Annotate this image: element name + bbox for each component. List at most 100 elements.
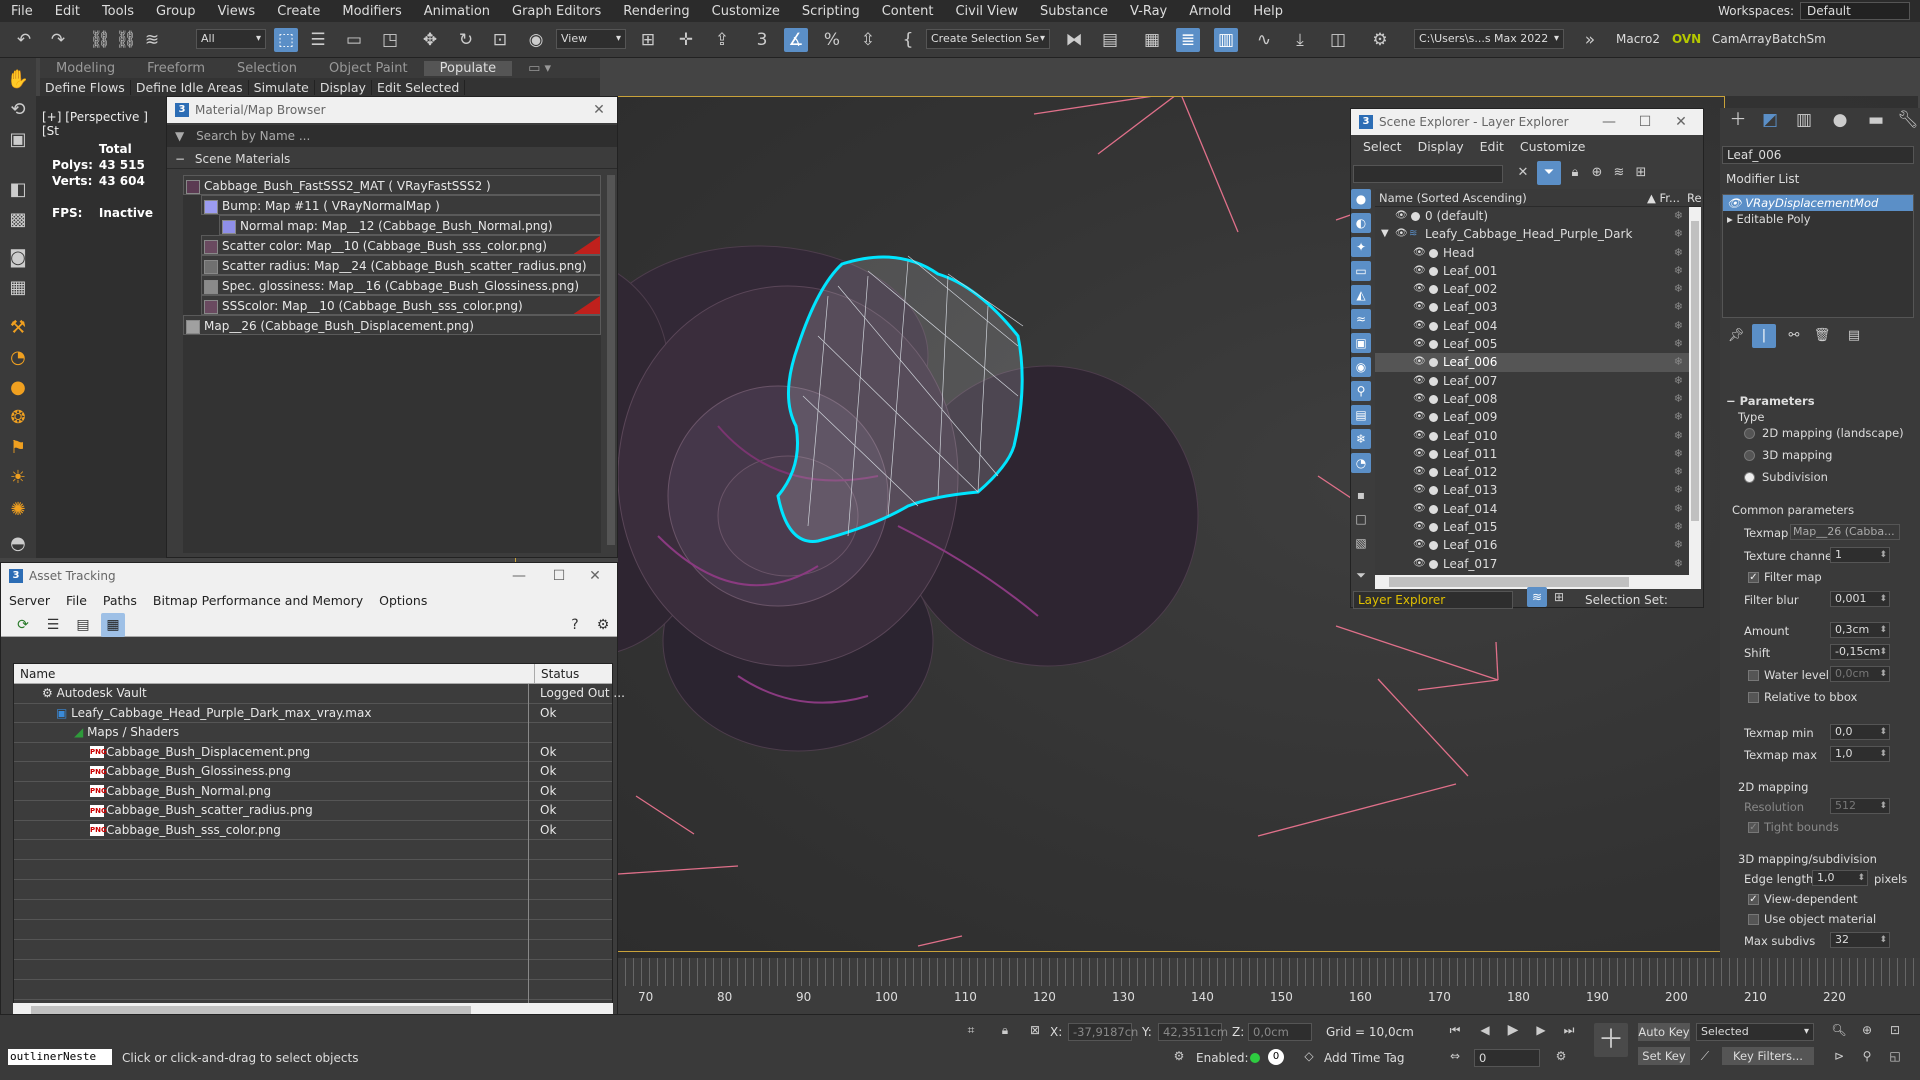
snaps-toggle-icon[interactable]: 3 xyxy=(750,28,774,52)
adaptive-degradation-icon[interactable]: ⚙ xyxy=(1170,1047,1188,1065)
menu-graph-editors[interactable]: Graph Editors xyxy=(501,4,612,19)
freeze-icon[interactable]: ❄ xyxy=(1674,500,1683,518)
options-icon[interactable]: ⚙ xyxy=(591,613,615,637)
set-key-plus-icon[interactable]: ＋ xyxy=(1594,1023,1628,1057)
project-path-dropdown[interactable]: C:\Users\s...s Max 2022 xyxy=(1414,29,1564,49)
utilities-tab-icon[interactable]: 🔧︎ xyxy=(1896,108,1920,132)
hierarchy-mode-icon[interactable]: ⊞ xyxy=(1549,587,1569,607)
rect-selection-icon[interactable]: ▭ xyxy=(342,28,366,52)
cameras-filter-icon[interactable]: ▭ xyxy=(1351,261,1371,281)
freeze-icon[interactable]: ❄ xyxy=(1674,335,1683,353)
freeze-icon[interactable]: ❄ xyxy=(1674,207,1683,225)
modify-tab-icon[interactable]: ◩ xyxy=(1758,108,1782,132)
current-frame-field[interactable]: 0 xyxy=(1474,1049,1540,1067)
col-render[interactable]: Re xyxy=(1687,189,1702,207)
asset-row[interactable]: ▣ Leafy_Cabbage_Head_Purple_Dark_max_vra… xyxy=(14,704,612,723)
map-row[interactable]: Normal map: Map__12 (Cabbage_Bush_Normal… xyxy=(219,215,601,235)
scene-explorer-search[interactable] xyxy=(1353,165,1503,183)
isolate-icon[interactable]: ⌗ xyxy=(962,1021,980,1039)
funnel-icon[interactable]: ⏷ xyxy=(1351,565,1371,585)
key-filters-button[interactable]: Key Filters... xyxy=(1722,1047,1814,1065)
freeze-icon[interactable]: ❄ xyxy=(1674,317,1683,335)
map-row[interactable]: Scatter color: Map__10 (Cabbage_Bush_sss… xyxy=(201,235,601,255)
menu-group[interactable]: Group xyxy=(145,4,207,19)
eye-icon[interactable]: 👁︎ xyxy=(1727,196,1742,210)
layers-mode-icon[interactable]: ≋ xyxy=(1527,587,1547,607)
freeze-icon[interactable]: ❄ xyxy=(1674,390,1683,408)
layer-row[interactable]: ▼ 👁︎ ≋ Leafy_Cabbage_Head_Purple_Dark ❄ xyxy=(1375,225,1701,243)
freeze-icon[interactable]: ❄ xyxy=(1674,244,1683,262)
eye-icon[interactable]: 👁︎ xyxy=(1413,298,1426,316)
clear-search-icon[interactable]: ✕ xyxy=(1511,161,1535,185)
key-tangent-icon[interactable]: ⟋ xyxy=(1696,1047,1714,1065)
eye-icon[interactable]: 👁︎ xyxy=(1413,317,1426,335)
display-all-icon[interactable]: ▪ xyxy=(1351,485,1371,505)
tab-object-paint[interactable]: Object Paint xyxy=(313,61,424,76)
map-row[interactable]: Bump: Map #11 ( VRayNormalMap ) xyxy=(201,195,601,215)
map-row[interactable]: SSScolor: Map__10 (Cabbage_Bush_sss_colo… xyxy=(201,295,601,315)
object-name-field[interactable]: Leaf_006 xyxy=(1722,146,1914,164)
fov-icon[interactable]: ⊳ xyxy=(1830,1047,1848,1065)
menu-server[interactable]: Server xyxy=(1,593,58,608)
reference-coord-dropdown[interactable]: View xyxy=(556,29,626,49)
mmb-search-input[interactable]: Search by Name ... xyxy=(196,129,310,143)
eye-icon[interactable]: 👁︎ xyxy=(1413,427,1426,445)
object-row[interactable]: 👁︎ Head ❄ xyxy=(1375,244,1701,262)
maximize-viewport-icon[interactable]: ◱ xyxy=(1886,1047,1904,1065)
tag-icon[interactable]: ◇ xyxy=(1300,1047,1318,1065)
minimize-icon[interactable]: — xyxy=(505,563,533,589)
display-icon[interactable]: ◓ xyxy=(6,532,30,556)
window-crossing-icon[interactable]: ◳ xyxy=(378,28,402,52)
container-icon[interactable]: ▣ xyxy=(6,128,30,152)
texmap-max-spinner[interactable]: 1,0 xyxy=(1830,746,1890,762)
menu-edit[interactable]: Edit xyxy=(1472,139,1512,154)
object-row[interactable]: 👁︎ Leaf_013 ❄ xyxy=(1375,481,1701,499)
angle-snap-icon[interactable]: ∡ xyxy=(784,28,808,52)
selection-filter-dropdown[interactable]: All xyxy=(196,29,266,49)
object-row[interactable]: 👁︎ Leaf_011 ❄ xyxy=(1375,445,1701,463)
menu-vray[interactable]: V-Ray xyxy=(1119,4,1178,19)
layers-icon[interactable]: ≋ xyxy=(1607,161,1631,185)
object-row[interactable]: 👁︎ Leaf_017 ❄ xyxy=(1375,555,1701,573)
align-icon[interactable]: ▤ xyxy=(1098,28,1122,52)
table-view-icon[interactable]: ▦ xyxy=(101,613,125,637)
map-row[interactable]: Scatter radius: Map__24 (Cabbage_Bush_sc… xyxy=(201,255,601,275)
orbit-icon[interactable]: ⟲ xyxy=(6,98,30,122)
freeze-icon[interactable]: ❄ xyxy=(1674,536,1683,554)
close-icon[interactable]: ✕ xyxy=(581,563,609,589)
make-unique-icon[interactable]: ⚯ xyxy=(1782,324,1806,348)
pivot-center-icon[interactable]: ⊞ xyxy=(636,28,660,52)
xrefs-filter-icon[interactable]: ◉ xyxy=(1351,357,1371,377)
water-level-checkbox[interactable] xyxy=(1748,670,1759,681)
define-idle-areas-button[interactable]: Define Idle Areas xyxy=(131,79,249,95)
freeze-icon[interactable]: ❄ xyxy=(1674,298,1683,316)
texmap-min-spinner[interactable]: 0,0 xyxy=(1830,724,1890,740)
freeze-icon[interactable]: ❄ xyxy=(1674,353,1683,371)
menu-options[interactable]: Options xyxy=(371,593,435,608)
material-editor-icon[interactable]: ◫ xyxy=(1326,28,1350,52)
edge-length-spinner[interactable]: 1,0 xyxy=(1812,870,1868,886)
create-selection-set-dropdown[interactable]: Create Selection Se xyxy=(926,29,1050,49)
mmb-section-header[interactable]: − Scene Materials xyxy=(167,149,617,169)
eye-icon[interactable]: 👁︎ xyxy=(1413,408,1426,426)
use-object-material-checkbox[interactable] xyxy=(1748,914,1759,925)
relative-bbox-checkbox[interactable] xyxy=(1748,692,1759,703)
display-none-icon[interactable]: □ xyxy=(1351,509,1371,529)
asset-tracking-titlebar[interactable]: 3 Asset Tracking — ☐ ✕ xyxy=(1,563,617,589)
menu-file[interactable]: File xyxy=(58,593,95,608)
eye-icon[interactable]: 👁︎ xyxy=(1413,536,1426,554)
menu-civil-view[interactable]: Civil View xyxy=(944,4,1029,19)
eye-icon[interactable]: 👁︎ xyxy=(1395,225,1408,243)
texture-channel-spinner[interactable]: 1 xyxy=(1830,547,1890,563)
menu-bitmap-performance[interactable]: Bitmap Performance and Memory xyxy=(145,593,371,608)
sun-icon[interactable]: ✺ xyxy=(6,498,30,522)
eye-icon[interactable]: 👁︎ xyxy=(1413,353,1426,371)
menu-views[interactable]: Views xyxy=(207,4,267,19)
filter-blur-spinner[interactable]: 0,001 xyxy=(1830,591,1890,607)
move-icon[interactable]: ✥ xyxy=(418,28,442,52)
spinner-snap-icon[interactable]: ⇳ xyxy=(856,28,880,52)
configure-sets-icon[interactable]: ▤ xyxy=(1842,324,1866,348)
display-button[interactable]: Display xyxy=(315,79,372,95)
map-row[interactable]: Map__26 (Cabbage_Bush_Displacement.png) xyxy=(183,315,601,335)
go-to-start-icon[interactable]: ⏮ xyxy=(1446,1021,1464,1039)
